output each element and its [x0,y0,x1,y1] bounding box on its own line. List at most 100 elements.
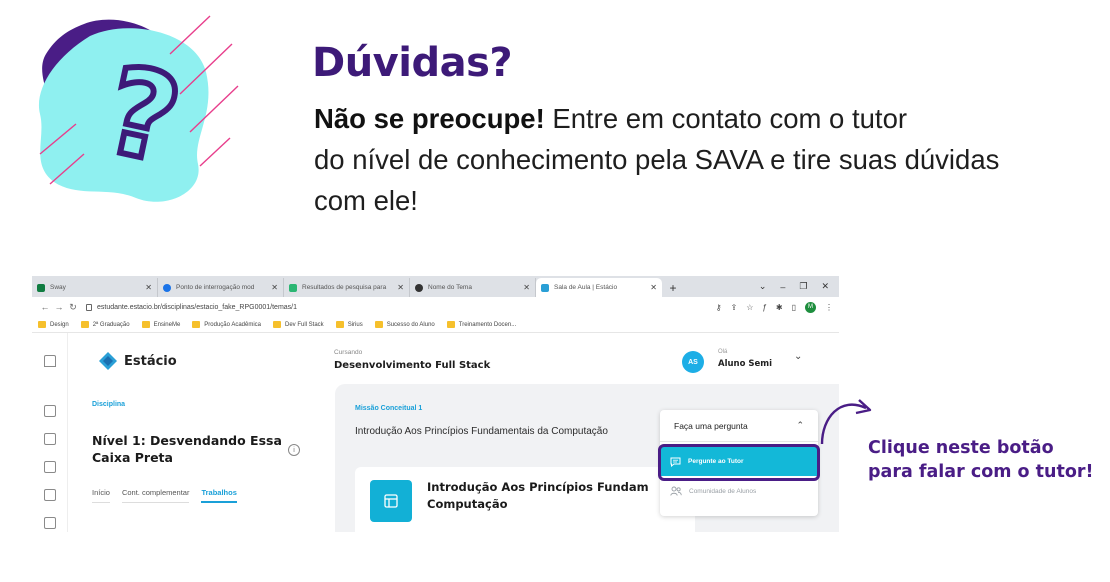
folder-icon [273,321,281,328]
bookmark-label: Dev Full Stack [285,321,324,328]
bookmark-label: 2ª Graduação [92,321,130,328]
callout-text: Clique neste botão para falar com o tuto… [868,436,1093,484]
browser-tab-vector[interactable]: Resultados de pesquisa para ✕ [284,278,410,297]
bookmark-folder[interactable]: Produção Acadêmica [192,321,261,328]
tab-inicio[interactable]: Início [92,488,110,503]
bookmark-label: Treinamento Docen... [458,321,517,328]
folder-icon [446,321,455,328]
info-icon[interactable]: i [288,444,300,456]
maximize-icon[interactable]: ❐ [799,281,807,292]
bookmark-folder[interactable]: 2ª Graduação [80,321,130,328]
browser-tab-github[interactable]: Nome do Tema ✕ [410,278,536,297]
ask-question-toggle[interactable]: Faça uma pergunta ⌃ [660,410,818,442]
home-icon[interactable] [44,355,56,367]
folder-icon [374,321,383,328]
ask-question-label: Faça uma pergunta [674,420,748,431]
folder-icon [335,321,344,328]
address-bar[interactable]: estudante.estacio.br/disciplinas/estacio… [86,300,716,315]
estacio-logo[interactable]: Estácio [98,351,177,371]
tab-title: Sala de Aula | Estácio [554,284,618,291]
tab-title: Resultados de pesquisa para [302,284,387,291]
tab-title: Ponto de interrogação mod [176,284,255,291]
puzzle-icon[interactable]: ✱ [776,303,783,312]
tab-search-icon[interactable]: ⌄ [759,281,767,292]
briefcase-icon[interactable] [44,517,56,529]
tab-trabalhos[interactable]: Trabalhos [201,488,237,503]
section-tabs: Início Cont. complementar Trabalhos [92,488,237,503]
vector-icon [289,283,297,292]
user-name: Aluno Semi [718,359,773,369]
close-icon[interactable]: ✕ [271,283,278,292]
chevron-up-icon: ⌃ [796,420,804,430]
profile-avatar[interactable]: M [805,301,816,313]
slide-body-line3: com ele! [314,185,418,216]
mission-card-title-line1: Introdução Aos Princípios Fundam [427,480,649,494]
bookmark-folder[interactable]: EnsineMe [141,321,181,328]
minimize-icon[interactable]: – [780,282,785,292]
estacio-logo-icon [99,352,117,370]
key-icon[interactable]: ⚷ [716,303,722,312]
grid-icon[interactable] [44,405,56,417]
mission-card-title: Introdução Aos Princípios Fundam Computa… [427,479,667,513]
tab-title: Sway [50,284,66,291]
callout-line2: para falar com o tutor! [868,462,1094,482]
new-tab-button[interactable]: + [662,278,684,297]
bookmark-folder[interactable]: Sirius [335,321,363,328]
slide-body-line1: Entre em contato com o tutor [544,103,908,134]
student-community-label: Comunidade de Alunos [689,487,757,495]
bookmark-label: Design [50,321,69,328]
slide-body-line2: do nível de conhecimento pela SAVA e tir… [314,144,1000,175]
bookmark-folder[interactable]: Dev Full Stack [273,321,324,328]
browser-tab-search[interactable]: Ponto de interrogação mod ✕ [158,278,284,297]
slide-body-emphasis: Não se preocupe! [314,103,545,134]
estacio-icon [541,283,549,292]
back-icon[interactable]: ← [38,302,52,312]
forward-icon[interactable]: → [52,302,66,312]
mission-card-title-line2: Computação [427,497,508,511]
mission-title: Introdução Aos Princípios Fundamentais d… [355,426,608,437]
close-icon[interactable]: ✕ [397,283,404,292]
share-icon[interactable]: ⇪ [731,303,738,312]
window-controls: ⌄ – ❐ ✕ [759,276,839,297]
tab-title: Nome do Tema [428,284,472,291]
bookmark-label: Produção Acadêmica [204,321,261,328]
tab-conteudo-complementar[interactable]: Cont. complementar [121,488,190,503]
close-icon[interactable]: ✕ [145,283,152,292]
user-greeting: Olá [718,349,728,355]
user-avatar[interactable]: AS [682,351,704,373]
address-row: ← → ↻ estudante.estacio.br/disciplinas/e… [32,297,839,317]
calendar-icon[interactable] [44,461,56,473]
slide-body: Não se preocupe! Entre em contato com o … [314,98,1104,221]
curved-arrow-icon [820,399,872,445]
folder-icon [192,321,201,328]
browser-tab-sway[interactable]: Sway ✕ [32,278,158,297]
library-icon[interactable] [44,433,56,445]
mission-card[interactable]: Introdução Aos Princípios Fundam Computa… [355,467,695,532]
folder-icon [141,321,150,328]
bookmark-label: EnsineMe [153,321,181,328]
chevron-down-icon[interactable]: ⌄ [794,351,802,362]
bookmark-folder[interactable]: Design [38,321,69,328]
bookmark-folder[interactable]: Sucesso do Aluno [374,321,435,328]
browser-tab-sala-de-aula[interactable]: Sala de Aula | Estácio ✕ [536,278,662,297]
sway-icon [37,283,45,292]
kebab-menu-icon[interactable]: ⋮ [825,303,833,312]
bookmark-label: Sucesso do Aluno [386,321,435,328]
callout-line1: Clique neste botão [868,438,1054,458]
bookmark-folder[interactable]: Treinamento Docen... [446,321,517,328]
close-icon[interactable]: ✕ [523,283,530,292]
github-icon [415,283,423,292]
formula-icon[interactable]: ƒ [762,303,766,312]
brand-name: Estácio [124,353,177,369]
layout-icon [370,480,412,522]
search-icon [163,283,171,292]
reload-icon[interactable]: ↻ [66,302,80,313]
highlight-ring [658,444,820,481]
star-icon[interactable]: ☆ [746,303,753,312]
extension-icons: ⚷ ⇪ ☆ ƒ ✱ ▯ M ⋮ [716,301,833,313]
tab-strip: Sway ✕ Ponto de interrogação mod ✕ Resul… [32,276,839,297]
checklist-icon[interactable] [44,489,56,501]
close-icon[interactable]: ✕ [650,283,657,292]
sidebar-icon[interactable]: ▯ [792,303,796,312]
close-window-icon[interactable]: ✕ [821,281,829,292]
